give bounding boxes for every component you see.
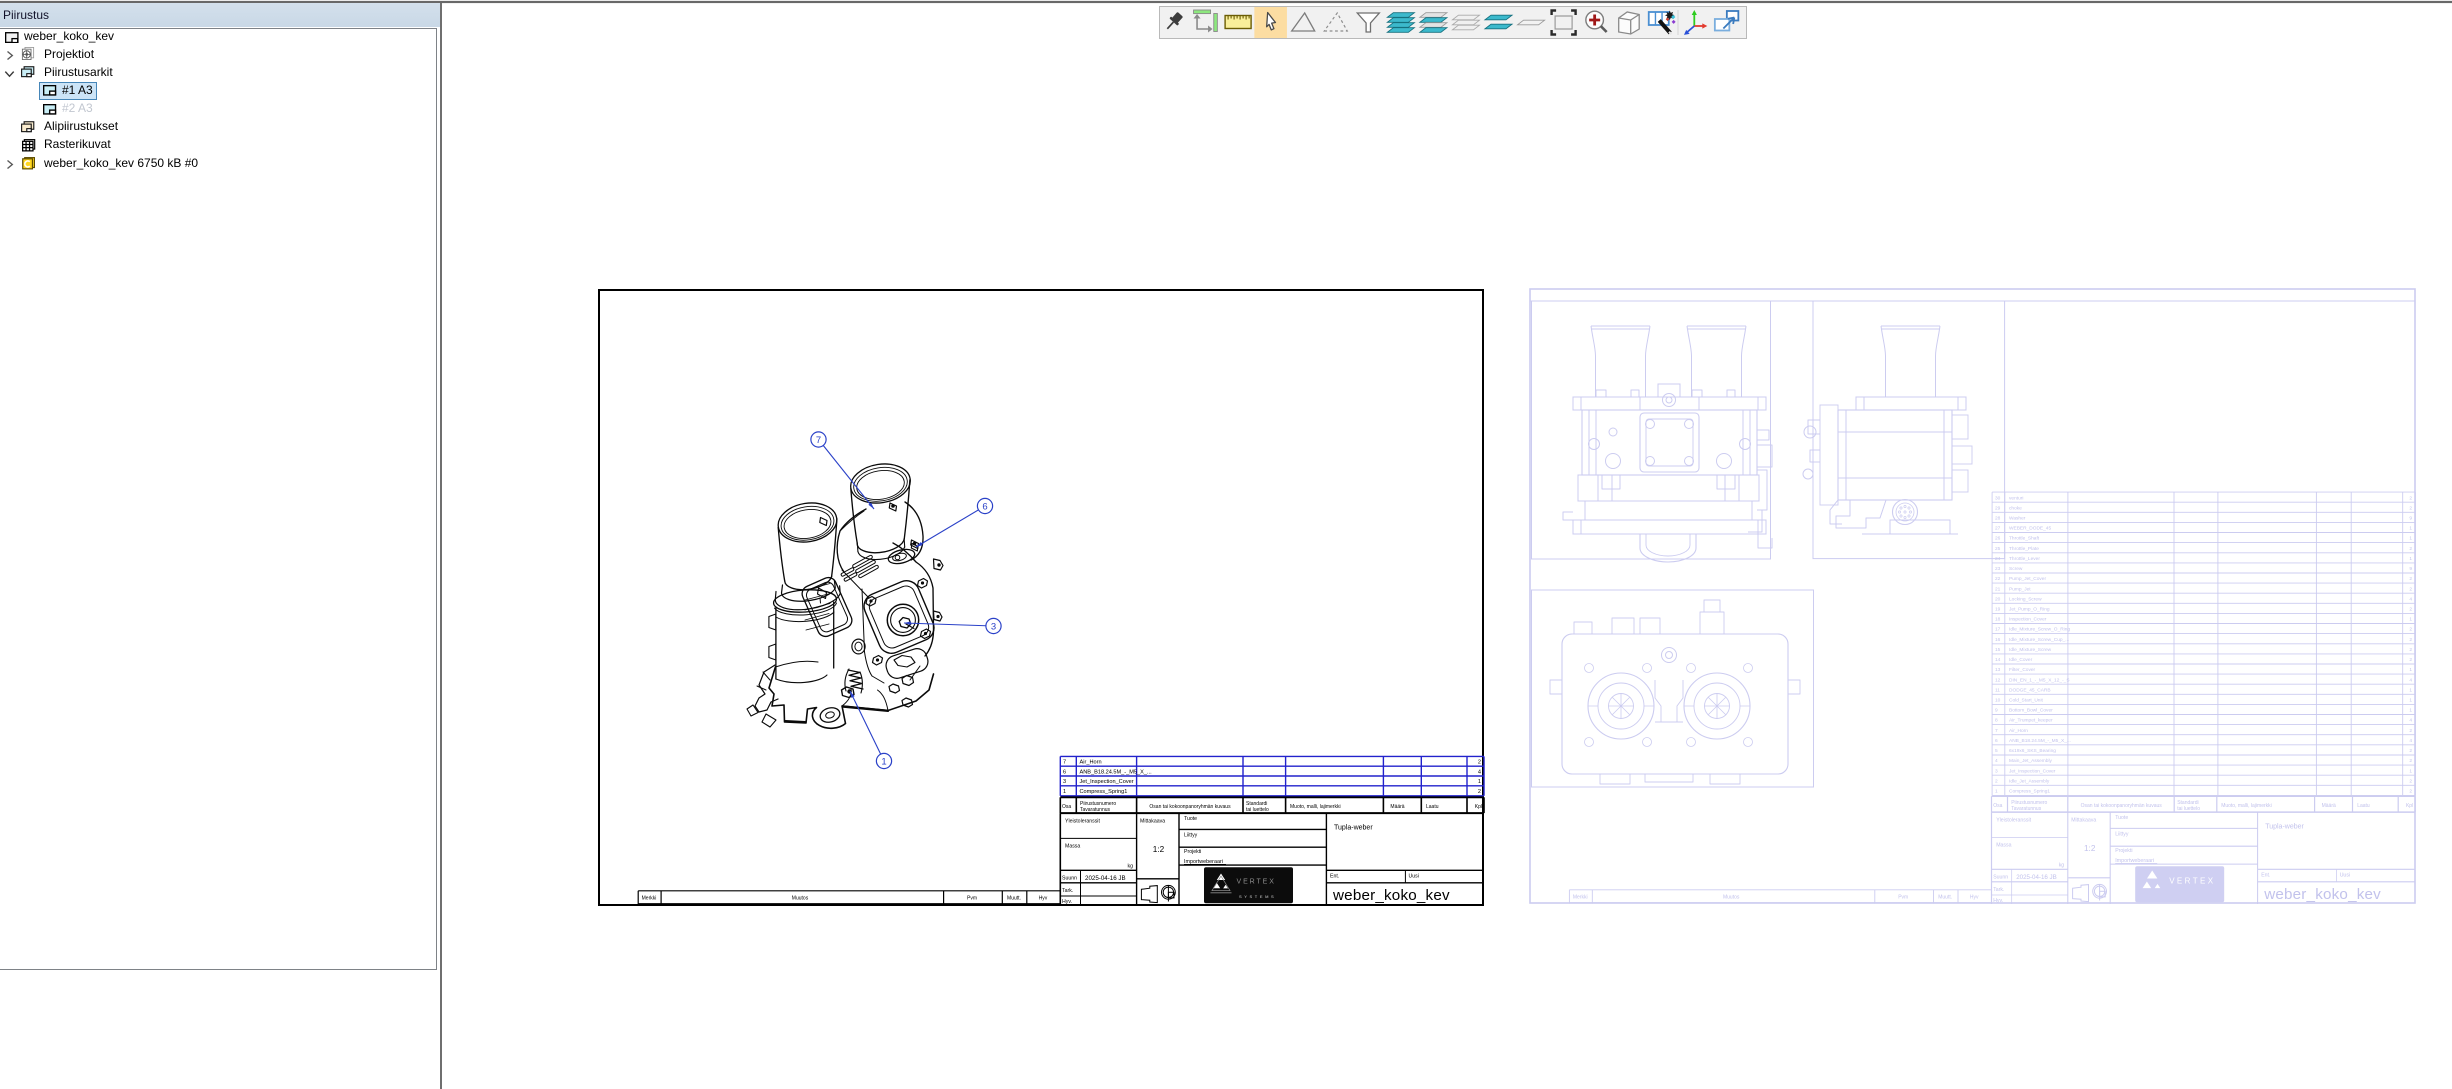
svg-text:Hyv.: Hyv. <box>1062 899 1072 905</box>
svg-text:Merkki: Merkki <box>642 896 657 902</box>
svg-text:3: 3 <box>991 621 996 632</box>
svg-text:ANB_B18.24.5M_-_M5_X_...: ANB_B18.24.5M_-_M5_X_... <box>1080 769 1153 775</box>
svg-text:SYSTEMS: SYSTEMS <box>1239 894 1276 899</box>
svg-text:1:2: 1:2 <box>1153 845 1165 854</box>
svg-text:Laatu: Laatu <box>1426 804 1439 810</box>
svg-text:Pvm: Pvm <box>967 896 977 902</box>
svg-text:1: 1 <box>1063 789 1066 795</box>
svg-text:Mittakaava: Mittakaava <box>1140 818 1165 824</box>
svg-text:Air_Horn: Air_Horn <box>1080 760 1102 766</box>
svg-text:Muutos: Muutos <box>792 896 809 902</box>
svg-text:Tupla-weber: Tupla-weber <box>1334 825 1373 832</box>
svg-text:Yleistoleranssit: Yleistoleranssit <box>1065 818 1100 824</box>
svg-text:Tark.: Tark. <box>1062 888 1073 894</box>
svg-text:6: 6 <box>1063 769 1066 775</box>
svg-text:Projekti: Projekti <box>1184 849 1201 855</box>
svg-text:Muutt.: Muutt. <box>1007 896 1021 902</box>
svg-text:4: 4 <box>1478 769 1481 775</box>
svg-text:Massa: Massa <box>1065 844 1080 850</box>
svg-text:2: 2 <box>1478 760 1481 766</box>
svg-text:Tuote: Tuote <box>1184 816 1197 822</box>
svg-text:1: 1 <box>881 756 886 767</box>
svg-text:6: 6 <box>982 501 987 512</box>
svg-text:tai luettelo: tai luettelo <box>1246 807 1269 813</box>
svg-text:Liittyy: Liittyy <box>1184 833 1198 839</box>
svg-text:Suunn: Suunn <box>1062 876 1077 882</box>
svg-text:Hyv: Hyv <box>1039 896 1048 902</box>
svg-text:Uusi: Uusi <box>1409 873 1419 879</box>
svg-text:2025-04-16 JB: 2025-04-16 JB <box>1085 875 1126 882</box>
svg-text:2: 2 <box>1478 789 1481 795</box>
svg-text:Compress_Spring1: Compress_Spring1 <box>1080 789 1128 795</box>
svg-text:VERTEX: VERTEX <box>1237 879 1276 886</box>
svg-text:7: 7 <box>1063 760 1066 766</box>
svg-text:Piirustusnumero: Piirustusnumero <box>1080 801 1116 807</box>
svg-text:Kpl: Kpl <box>1475 804 1482 810</box>
svg-text:kg: kg <box>1128 864 1134 870</box>
svg-text:Osa: Osa <box>1062 804 1071 810</box>
svg-text:Ent.: Ent. <box>1330 873 1339 879</box>
svg-text:7: 7 <box>816 435 821 446</box>
svg-text:Osan tai kokoonpanoryhmän kuva: Osan tai kokoonpanoryhmän kuvaus <box>1149 804 1231 810</box>
svg-text:1: 1 <box>1478 779 1481 785</box>
svg-text:Muoto, malli, lajimerkki: Muoto, malli, lajimerkki <box>1290 804 1341 810</box>
svg-text:Standardi: Standardi <box>1246 801 1267 807</box>
svg-text:3: 3 <box>1063 779 1066 785</box>
svg-text:Tavaratunnus: Tavaratunnus <box>1080 807 1111 813</box>
svg-text:Määrä: Määrä <box>1390 804 1404 810</box>
svg-text:Jet_Inspection_Cover: Jet_Inspection_Cover <box>1080 779 1134 785</box>
svg-text:weber_koko_kev: weber_koko_kev <box>1332 887 1450 904</box>
